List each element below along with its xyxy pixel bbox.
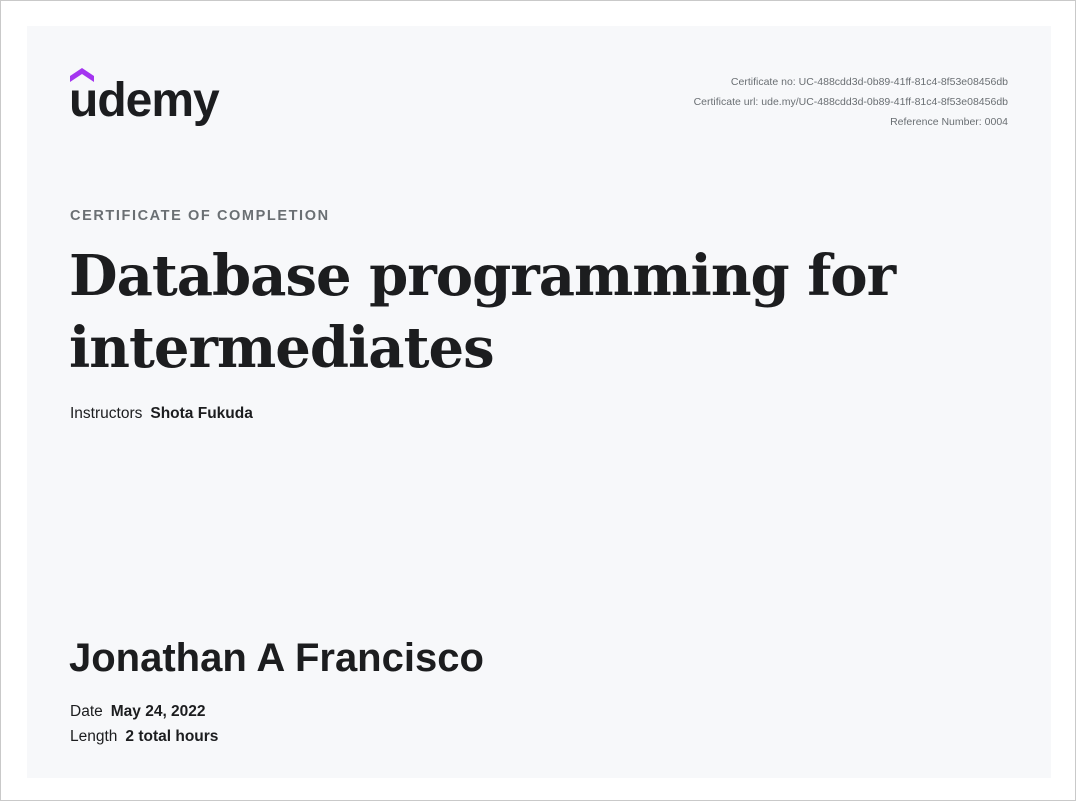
date-label: Date xyxy=(70,703,103,720)
recipient-name: Jonathan A Francisco xyxy=(69,636,484,680)
certificate-meta: Certificate no: UC-488cdd3d-0b89-41ff-81… xyxy=(694,72,1008,132)
certificate-frame: udemy Certificate no: UC-488cdd3d-0b89-4… xyxy=(0,0,1076,801)
udemy-logo: udemy xyxy=(69,66,249,136)
course-title: Database programming for intermediates xyxy=(69,243,896,381)
certificate-heading: CERTIFICATE OF COMPLETION xyxy=(70,208,330,224)
reference-number: Reference Number: 0004 xyxy=(890,116,1008,128)
instructor-name: Shota Fukuda xyxy=(150,405,253,422)
certificate-url: Certificate url: ude.my/UC-488cdd3d-0b89… xyxy=(693,96,1008,108)
length-value: 2 total hours xyxy=(125,728,219,745)
instructors-line: Instructors Shota Fukuda xyxy=(70,405,253,423)
date-line: Date May 24, 2022 xyxy=(70,703,206,721)
length-label: Length xyxy=(70,728,118,745)
certificate-number: Certificate no: UC-488cdd3d-0b89-41ff-81… xyxy=(730,76,1008,88)
svg-text:udemy: udemy xyxy=(69,74,220,127)
date-value: May 24, 2022 xyxy=(110,703,206,720)
length-line: Length 2 total hours xyxy=(70,728,218,746)
certificate: udemy Certificate no: UC-488cdd3d-0b89-4… xyxy=(27,26,1051,778)
instructors-label: Instructors xyxy=(70,405,143,422)
